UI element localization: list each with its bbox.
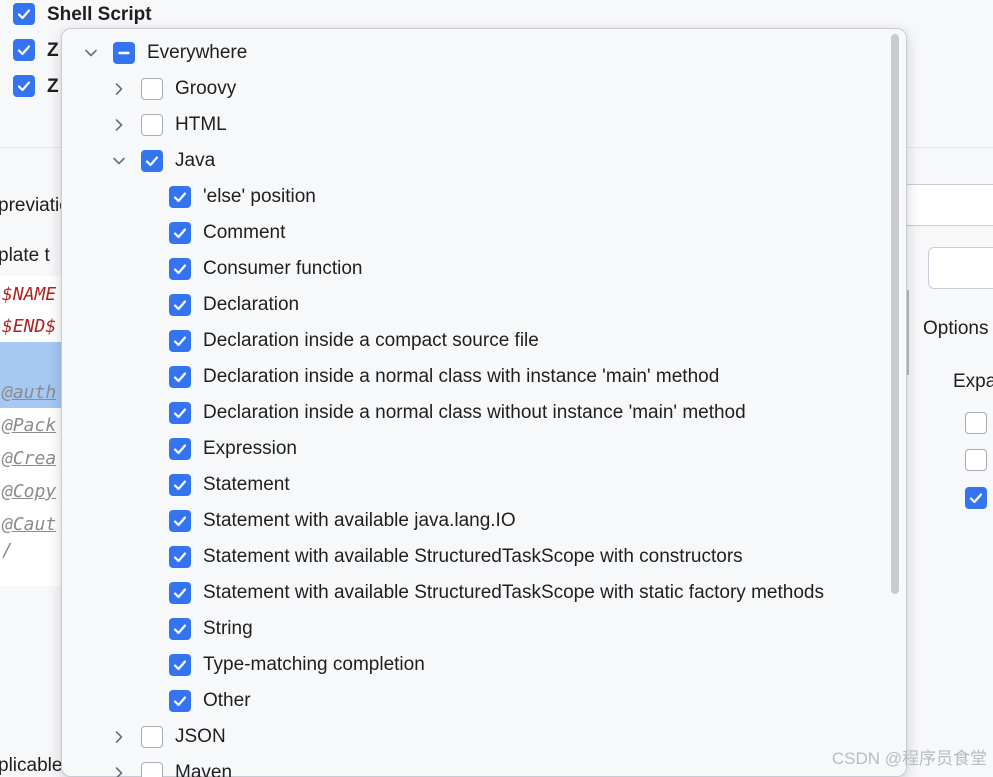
group-html-row[interactable]: HTML (61, 107, 891, 143)
chevron-right-icon[interactable] (112, 730, 126, 744)
java-context-item-checkbox[interactable] (169, 402, 191, 424)
java-context-item-label: 'else' position (203, 186, 316, 207)
java-context-item-checkbox[interactable] (169, 582, 191, 604)
chevron-right-icon[interactable] (112, 82, 126, 96)
java-context-item-label: String (203, 618, 253, 639)
abbreviation-input[interactable] (905, 184, 993, 226)
context-checkbox-2[interactable] (13, 39, 35, 61)
abbreviation-label: previatio (0, 195, 70, 216)
java-context-item-label: Expression (203, 438, 297, 459)
java-context-item-label: Statement with available StructuredTaskS… (203, 546, 743, 567)
options-label: Options (923, 318, 989, 339)
group-java-checkbox[interactable] (141, 150, 163, 172)
java-context-item-label: Comment (203, 222, 286, 243)
watermark: CSDN @程序员食堂 (831, 749, 987, 768)
java-context-item-row[interactable]: Statement with available StructuredTaskS… (61, 539, 891, 575)
java-context-item-row[interactable]: Consumer function (61, 251, 891, 287)
java-context-item-row[interactable]: Statement with available java.lang.IO (61, 503, 891, 539)
group-java-label: Java (175, 150, 216, 171)
java-context-item-row[interactable]: Other (61, 683, 891, 719)
option-checkbox-2[interactable] (965, 449, 987, 471)
java-context-item-checkbox[interactable] (169, 366, 191, 388)
code-line: @auth (2, 382, 57, 403)
java-context-item-checkbox[interactable] (169, 330, 191, 352)
java-context-item-row[interactable]: Type-matching completion (61, 647, 891, 683)
context-checkbox-3[interactable] (13, 75, 35, 97)
java-context-item-checkbox[interactable] (169, 258, 191, 280)
expand-label: Expa (953, 371, 993, 392)
group-java-row[interactable]: Java (61, 143, 891, 179)
code-line: $END$ (2, 316, 57, 337)
chevron-right-icon[interactable] (112, 766, 126, 777)
code-line: @Crea (2, 448, 57, 469)
java-context-item-row[interactable]: Declaration inside a normal class withou… (61, 395, 891, 431)
panel-divider (907, 290, 909, 375)
java-context-item-label: Consumer function (203, 258, 363, 279)
code-line: @Caut (2, 514, 57, 535)
option-checkbox-1[interactable] (965, 412, 987, 434)
java-context-item-label: Statement (203, 474, 290, 495)
popup-scrollbar[interactable] (891, 34, 899, 594)
java-context-item-checkbox[interactable] (169, 510, 191, 532)
group-maven-label: Maven (175, 762, 233, 777)
code-line: @Copy (2, 481, 57, 502)
java-context-item-checkbox[interactable] (169, 438, 191, 460)
java-context-item-label: Declaration (203, 294, 300, 315)
java-context-item-row[interactable]: Statement (61, 467, 891, 503)
group-maven-checkbox[interactable] (141, 762, 163, 777)
java-context-item-row[interactable]: Comment (61, 215, 891, 251)
chevron-down-icon[interactable] (112, 154, 126, 168)
java-context-item-row[interactable]: 'else' position (61, 179, 891, 215)
group-html-checkbox[interactable] (141, 114, 163, 136)
everywhere-checkbox[interactable] (113, 42, 135, 64)
chevron-down-icon[interactable] (84, 46, 98, 60)
java-context-item-row[interactable]: String (61, 611, 891, 647)
context-label-2: Z (47, 40, 59, 61)
group-groovy-label: Groovy (175, 78, 237, 99)
java-context-item-label: Declaration inside a compact source file (203, 330, 539, 351)
code-line: $NAME (2, 284, 57, 305)
java-context-item-label: Declaration inside a normal class with i… (203, 366, 720, 387)
java-context-item-label: Type-matching completion (203, 654, 425, 675)
java-context-item-checkbox[interactable] (169, 186, 191, 208)
group-json-checkbox[interactable] (141, 726, 163, 748)
java-context-item-row[interactable]: Statement with available StructuredTaskS… (61, 575, 891, 611)
group-groovy-checkbox[interactable] (141, 78, 163, 100)
edit-variables-button[interactable] (928, 247, 993, 289)
group-maven-row[interactable]: Maven (61, 755, 891, 777)
java-context-item-label: Other (203, 690, 251, 711)
java-context-item-label: Statement with available StructuredTaskS… (203, 582, 824, 603)
group-html-label: HTML (175, 114, 227, 135)
java-context-item-label: Statement with available java.lang.IO (203, 510, 516, 531)
java-context-item-checkbox[interactable] (169, 690, 191, 712)
group-json-row[interactable]: JSON (61, 719, 891, 755)
java-context-item-checkbox[interactable] (169, 294, 191, 316)
java-context-item-checkbox[interactable] (169, 546, 191, 568)
group-json-label: JSON (175, 726, 226, 747)
option-checkbox-3[interactable] (965, 487, 987, 509)
java-context-item-row[interactable]: Expression (61, 431, 891, 467)
java-context-item-row[interactable]: Declaration (61, 287, 891, 323)
java-context-item-row[interactable]: Declaration inside a compact source file (61, 323, 891, 359)
everywhere-row[interactable]: Everywhere (61, 35, 891, 71)
java-context-item-label: Declaration inside a normal class withou… (203, 402, 746, 423)
java-context-item-checkbox[interactable] (169, 222, 191, 244)
java-context-item-checkbox[interactable] (169, 654, 191, 676)
template-text-label: plate t (0, 245, 50, 266)
java-context-item-checkbox[interactable] (169, 618, 191, 640)
applicable-label: plicable (0, 755, 63, 776)
code-line: / (2, 540, 13, 561)
group-groovy-row[interactable]: Groovy (61, 71, 891, 107)
shell-script-label: Shell Script (47, 4, 152, 25)
context-label-3: Z (47, 76, 59, 97)
java-context-item-checkbox[interactable] (169, 474, 191, 496)
chevron-right-icon[interactable] (112, 118, 126, 132)
java-context-item-row[interactable]: Declaration inside a normal class with i… (61, 359, 891, 395)
shell-script-checkbox[interactable] (13, 3, 35, 25)
everywhere-label: Everywhere (147, 42, 248, 63)
code-line: @Pack (2, 415, 57, 436)
